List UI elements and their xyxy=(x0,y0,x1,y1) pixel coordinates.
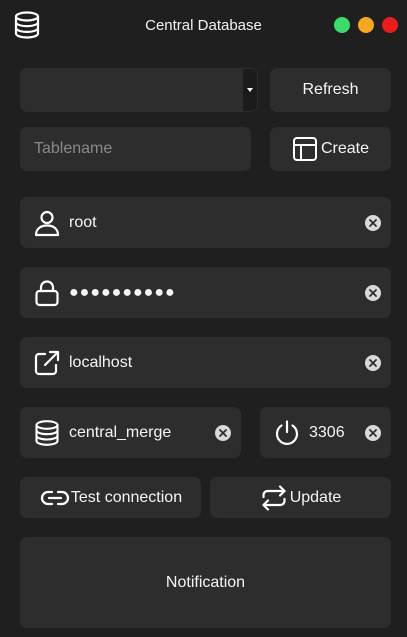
link-icon xyxy=(39,487,71,509)
clear-host-icon[interactable] xyxy=(365,354,381,371)
clear-username-icon[interactable] xyxy=(365,214,381,231)
tablename-input[interactable] xyxy=(20,127,251,171)
host-value[interactable]: localhost xyxy=(69,354,365,372)
user-icon xyxy=(32,208,62,238)
clear-password-icon[interactable] xyxy=(365,284,381,301)
create-button[interactable]: Create xyxy=(270,127,391,171)
app-window: Central Database Refresh Create xyxy=(0,0,407,637)
power-icon xyxy=(272,418,302,448)
username-value[interactable]: root xyxy=(69,214,365,232)
notification-panel: Notification xyxy=(20,537,391,628)
tablename-field[interactable] xyxy=(20,127,251,171)
table-icon xyxy=(292,136,318,162)
password-value[interactable]: ●●●●●●●●●● xyxy=(69,284,365,302)
test-connection-label: Test connection xyxy=(70,488,183,506)
username-field[interactable]: root xyxy=(20,197,391,248)
clear-port-icon[interactable] xyxy=(365,424,381,441)
table-select[interactable] xyxy=(20,68,258,112)
refresh-button[interactable]: Refresh xyxy=(270,68,391,112)
database-value[interactable]: central_merge xyxy=(69,424,215,442)
notification-text: Notification xyxy=(165,573,246,591)
close-button[interactable] xyxy=(382,17,398,33)
clear-database-icon[interactable] xyxy=(215,424,231,441)
update-button[interactable]: Update xyxy=(210,477,391,518)
dropdown-arrow[interactable] xyxy=(243,69,257,111)
update-button-label: Update xyxy=(289,488,342,506)
port-field[interactable]: 3306 xyxy=(260,407,391,458)
database-field[interactable]: central_merge xyxy=(20,407,241,458)
password-field[interactable]: ●●●●●●●●●● xyxy=(20,267,391,318)
create-button-label: Create xyxy=(320,140,370,157)
maximize-button[interactable] xyxy=(334,17,350,33)
port-value[interactable]: 3306 xyxy=(309,424,365,442)
lock-icon xyxy=(32,278,62,308)
host-field[interactable]: localhost xyxy=(20,337,391,388)
repeat-icon xyxy=(260,484,288,512)
chevron-down-icon xyxy=(247,88,253,92)
test-connection-button[interactable]: Test connection xyxy=(20,477,201,518)
external-link-icon xyxy=(32,348,62,378)
title-bar[interactable]: Central Database xyxy=(0,0,407,50)
minimize-button[interactable] xyxy=(358,17,374,33)
refresh-button-label: Refresh xyxy=(302,81,359,98)
database-icon xyxy=(32,418,62,448)
